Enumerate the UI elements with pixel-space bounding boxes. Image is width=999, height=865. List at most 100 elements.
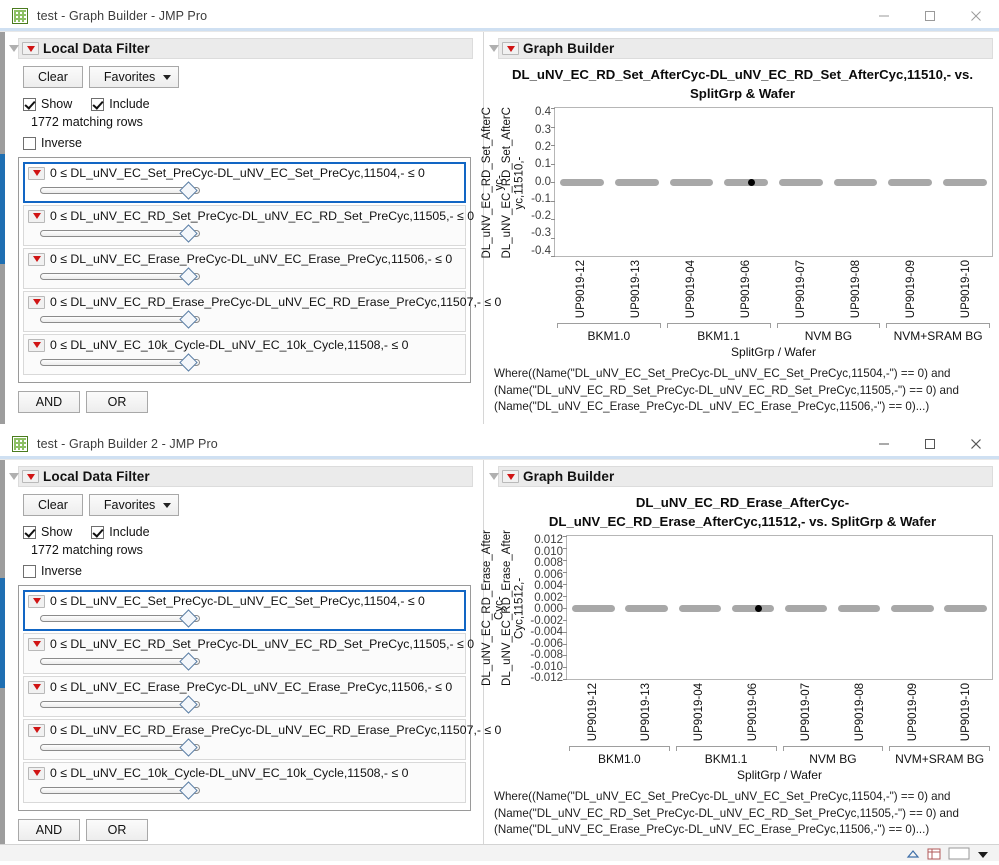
- titlebar-window-1[interactable]: test - Graph Builder - JMP Pro: [0, 0, 999, 32]
- data-point-group[interactable]: [886, 605, 939, 612]
- disclosure-triangle-icon[interactable]: [8, 38, 22, 59]
- highlighted-data-point[interactable]: [755, 605, 762, 612]
- filter-range-slider[interactable]: [40, 226, 200, 240]
- filter-range-slider[interactable]: [40, 355, 200, 369]
- data-point-group[interactable]: [719, 179, 774, 186]
- slider-thumb[interactable]: [179, 267, 197, 285]
- include-checkbox[interactable]: [91, 98, 104, 111]
- slider-thumb[interactable]: [179, 781, 197, 799]
- data-point-group[interactable]: [780, 605, 833, 612]
- slider-thumb[interactable]: [179, 652, 197, 670]
- data-point-cluster: [560, 179, 604, 186]
- slider-thumb[interactable]: [179, 353, 197, 371]
- and-button[interactable]: AND: [18, 819, 80, 841]
- data-point-group[interactable]: [664, 179, 719, 186]
- show-checkbox[interactable]: [23, 98, 36, 111]
- filter-item[interactable]: 0 ≤ DL_uNV_EC_RD_Set_PreCyc-DL_uNV_EC_RD…: [23, 633, 466, 674]
- outliner-local-data-filter-2[interactable]: Local Data Filter: [18, 466, 473, 487]
- maximize-icon[interactable]: [907, 428, 953, 459]
- data-point-group[interactable]: [937, 179, 992, 186]
- plot-area-2[interactable]: [566, 535, 993, 680]
- favorites-button[interactable]: Favorites: [89, 66, 179, 88]
- clear-button[interactable]: Clear: [23, 494, 83, 516]
- filter-range-slider[interactable]: [40, 312, 200, 326]
- red-triangle-menu-icon[interactable]: [28, 296, 45, 309]
- filter-range-slider[interactable]: [40, 269, 200, 283]
- red-triangle-menu-icon[interactable]: [28, 253, 45, 266]
- filter-item[interactable]: 0 ≤ DL_uNV_EC_Erase_PreCyc-DL_uNV_EC_Era…: [23, 676, 466, 717]
- red-triangle-menu-icon[interactable]: [28, 767, 45, 780]
- disclosure-triangle-icon[interactable]: [488, 466, 502, 487]
- show-checkbox[interactable]: [23, 526, 36, 539]
- filter-item[interactable]: 0 ≤ DL_uNV_EC_10k_Cycle-DL_uNV_EC_10k_Cy…: [23, 334, 466, 375]
- slider-thumb[interactable]: [179, 181, 197, 199]
- titlebar-window-2[interactable]: test - Graph Builder 2 - JMP Pro: [0, 428, 999, 460]
- and-button[interactable]: AND: [18, 391, 80, 413]
- slider-thumb[interactable]: [179, 310, 197, 328]
- filter-item[interactable]: 0 ≤ DL_uNV_EC_RD_Erase_PreCyc-DL_uNV_EC_…: [23, 719, 466, 760]
- panel-icon[interactable]: [948, 847, 970, 860]
- or-button[interactable]: OR: [86, 391, 148, 413]
- y-tick-label: 0.3: [524, 125, 551, 137]
- grid-icon[interactable]: [927, 847, 942, 860]
- red-triangle-menu-icon[interactable]: [28, 210, 45, 223]
- filter-item[interactable]: 0 ≤ DL_uNV_EC_Set_PreCyc-DL_uNV_EC_Set_P…: [23, 162, 466, 203]
- red-triangle-menu-icon[interactable]: [22, 42, 39, 55]
- red-triangle-menu-icon[interactable]: [22, 470, 39, 483]
- data-point-group[interactable]: [939, 605, 992, 612]
- data-point-group[interactable]: [567, 605, 620, 612]
- clear-button[interactable]: Clear: [23, 66, 83, 88]
- maximize-icon[interactable]: [907, 0, 953, 31]
- data-point-group[interactable]: [726, 605, 779, 612]
- outliner-graph-builder-2[interactable]: Graph Builder: [498, 466, 993, 487]
- data-point-group[interactable]: [774, 179, 829, 186]
- red-triangle-menu-icon[interactable]: [28, 339, 45, 352]
- filter-range-slider[interactable]: [40, 783, 200, 797]
- favorites-button[interactable]: Favorites: [89, 494, 179, 516]
- slider-thumb[interactable]: [179, 609, 197, 627]
- red-triangle-menu-icon[interactable]: [502, 42, 519, 55]
- inverse-checkbox[interactable]: [23, 137, 36, 150]
- close-icon[interactable]: [953, 428, 999, 459]
- filter-range-slider[interactable]: [40, 697, 200, 711]
- disclosure-triangle-icon[interactable]: [8, 466, 22, 487]
- data-point-group[interactable]: [833, 605, 886, 612]
- minimize-icon[interactable]: [861, 0, 907, 31]
- red-triangle-menu-icon[interactable]: [28, 595, 45, 608]
- plot-area-1[interactable]: [554, 107, 993, 257]
- outliner-graph-builder-1[interactable]: Graph Builder: [498, 38, 993, 59]
- inverse-checkbox[interactable]: [23, 565, 36, 578]
- data-point-group[interactable]: [555, 179, 610, 186]
- data-point-group[interactable]: [620, 605, 673, 612]
- include-checkbox[interactable]: [91, 526, 104, 539]
- x-axis-group-label: BKM1.0: [554, 328, 664, 343]
- slider-thumb[interactable]: [179, 224, 197, 242]
- filter-range-slider[interactable]: [40, 611, 200, 625]
- filter-item[interactable]: 0 ≤ DL_uNV_EC_Erase_PreCyc-DL_uNV_EC_Era…: [23, 248, 466, 289]
- data-point-group[interactable]: [883, 179, 938, 186]
- slider-thumb[interactable]: [179, 695, 197, 713]
- red-triangle-menu-icon[interactable]: [502, 470, 519, 483]
- slider-thumb[interactable]: [179, 738, 197, 756]
- red-triangle-menu-icon[interactable]: [28, 167, 45, 180]
- close-icon[interactable]: [953, 0, 999, 31]
- red-triangle-menu-icon[interactable]: [28, 724, 45, 737]
- outliner-local-data-filter-1[interactable]: Local Data Filter: [18, 38, 473, 59]
- data-point-group[interactable]: [610, 179, 665, 186]
- filter-range-slider[interactable]: [40, 740, 200, 754]
- red-triangle-menu-icon[interactable]: [28, 638, 45, 651]
- caret-down-icon[interactable]: [976, 847, 991, 860]
- filter-item[interactable]: 0 ≤ DL_uNV_EC_Set_PreCyc-DL_uNV_EC_Set_P…: [23, 590, 466, 631]
- filter-range-slider[interactable]: [40, 183, 200, 197]
- disclosure-triangle-icon[interactable]: [488, 38, 502, 59]
- red-triangle-menu-icon[interactable]: [28, 681, 45, 694]
- or-button[interactable]: OR: [86, 819, 148, 841]
- filter-item[interactable]: 0 ≤ DL_uNV_EC_10k_Cycle-DL_uNV_EC_10k_Cy…: [23, 762, 466, 803]
- data-point-group[interactable]: [828, 179, 883, 186]
- data-point-group[interactable]: [673, 605, 726, 612]
- minimize-icon[interactable]: [861, 428, 907, 459]
- filter-item[interactable]: 0 ≤ DL_uNV_EC_RD_Erase_PreCyc-DL_uNV_EC_…: [23, 291, 466, 332]
- caret-up-icon[interactable]: [906, 847, 921, 860]
- filter-range-slider[interactable]: [40, 654, 200, 668]
- filter-item[interactable]: 0 ≤ DL_uNV_EC_RD_Set_PreCyc-DL_uNV_EC_RD…: [23, 205, 466, 246]
